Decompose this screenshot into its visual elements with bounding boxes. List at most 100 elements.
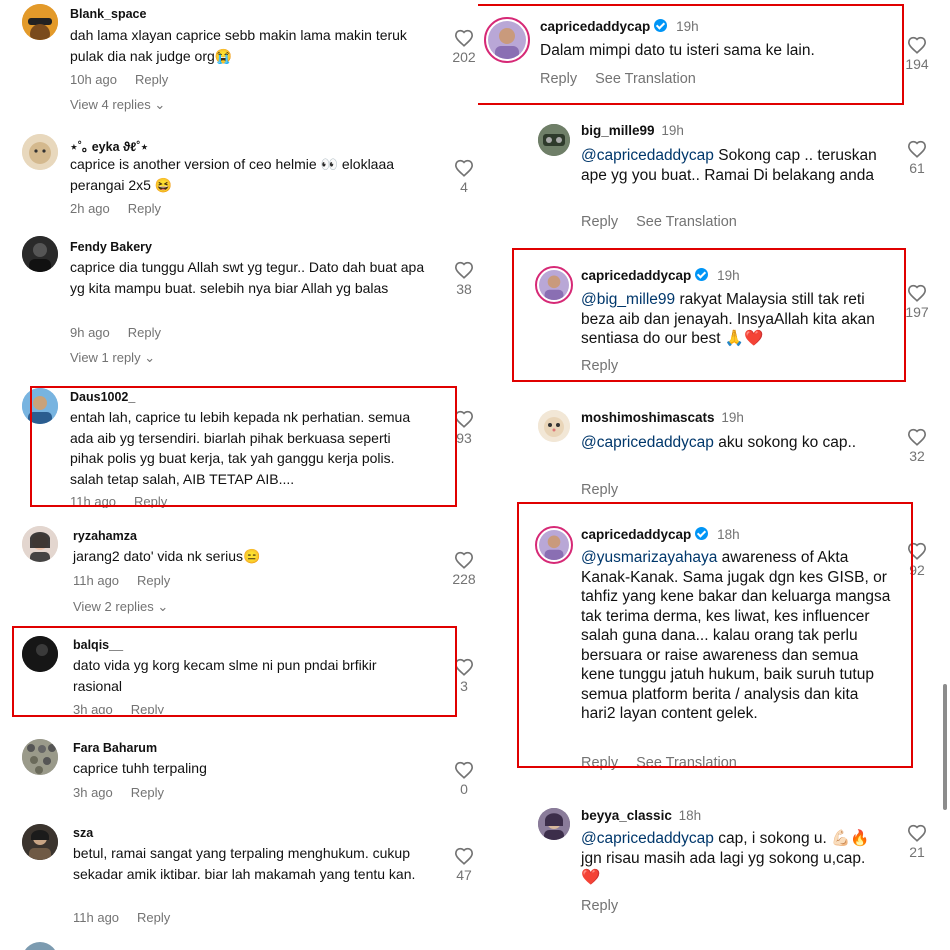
avatar[interactable] <box>22 526 58 562</box>
heart-icon[interactable] <box>454 261 474 279</box>
heart-icon[interactable] <box>907 824 927 842</box>
heart-icon[interactable] <box>454 159 474 177</box>
comment-text: dato vida yg korg kecam slme ni pun pnda… <box>73 657 377 694</box>
like-control[interactable]: 228 <box>449 551 478 587</box>
heart-icon[interactable] <box>907 284 927 302</box>
view-replies-button[interactable]: View 4 replies ⌄ <box>70 97 165 113</box>
heart-icon[interactable] <box>454 761 474 779</box>
comment-meta: Reply <box>581 898 636 914</box>
like-control[interactable]: 0 <box>449 761 478 797</box>
comment-item: ryzahamza jarang2 dato' vida nk serius😑 … <box>0 522 478 622</box>
comment-username[interactable]: Blank_space <box>70 7 146 21</box>
comment-meta: 11h ago Reply <box>73 910 188 925</box>
like-count: 228 <box>452 571 476 587</box>
comment-username[interactable]: Daus1002_ <box>70 390 135 404</box>
like-control[interactable]: 21 <box>900 824 934 860</box>
scrollbar[interactable] <box>943 684 947 810</box>
avatar[interactable] <box>22 236 58 272</box>
like-control[interactable]: 38 <box>449 261 478 297</box>
avatar[interactable] <box>22 942 58 950</box>
reply-button[interactable]: Reply <box>128 325 161 340</box>
heart-icon[interactable] <box>907 36 927 54</box>
like-control[interactable]: 4 <box>449 159 478 195</box>
avatar[interactable] <box>22 636 58 672</box>
avatar[interactable] <box>538 808 570 840</box>
reply-button[interactable]: Reply <box>581 898 618 914</box>
avatar[interactable] <box>22 824 58 860</box>
reply-button[interactable]: Reply <box>581 755 618 770</box>
avatar[interactable] <box>22 388 58 424</box>
comment-username[interactable]: beyya_classic 18h <box>581 808 701 823</box>
comment-username[interactable]: capricedaddycap 19h <box>540 19 699 34</box>
comment-username[interactable]: balqis__ <box>73 638 123 652</box>
mention-link[interactable]: @big_mille99 <box>581 291 675 308</box>
comment-time: 19h <box>661 123 684 138</box>
like-control[interactable]: 61 <box>900 140 934 176</box>
comment-item: big_mille99 19h @capricedaddycap Sokong … <box>478 118 950 238</box>
see-translation-button[interactable]: See Translation <box>636 214 737 230</box>
view-replies-button[interactable]: View 2 replies ⌄ <box>73 599 168 615</box>
comment-username[interactable]: big_mille99 19h <box>581 123 684 138</box>
heart-icon[interactable] <box>907 140 927 158</box>
mention-link[interactable]: @capricedaddycap <box>581 147 714 164</box>
comment-item: sza betul, ramai sangat yang terpaling m… <box>0 820 478 935</box>
comment-item: Fendy Bakery caprice dia tunggu Allah sw… <box>0 232 478 372</box>
heart-icon[interactable] <box>454 658 474 676</box>
comment-meta: Reply <box>581 482 636 498</box>
reply-button[interactable]: Reply <box>581 214 618 230</box>
heart-icon[interactable] <box>454 551 474 569</box>
comment-item: Blank_space dah lama xlayan caprice sebb… <box>0 0 478 120</box>
heart-icon[interactable] <box>907 542 927 560</box>
reply-button[interactable]: Reply <box>131 702 164 714</box>
reply-button[interactable]: Reply <box>137 573 170 588</box>
reply-button[interactable]: Reply <box>131 785 164 800</box>
comment-username[interactable]: sza <box>73 826 93 840</box>
comment-username[interactable]: ryzahamza <box>73 529 137 543</box>
reply-button[interactable]: Reply <box>137 910 170 925</box>
like-control[interactable]: 194 <box>900 36 934 72</box>
comment-username[interactable]: Fara Baharum <box>73 741 157 755</box>
comment-username[interactable]: capricedaddycap 18h <box>581 527 740 542</box>
like-control[interactable]: 47 <box>449 847 478 883</box>
comment-item: balqis__ dato vida yg korg kecam slme ni… <box>0 632 478 714</box>
like-control[interactable]: 32 <box>900 428 934 464</box>
mention-link[interactable]: @yusmarizayahaya <box>581 549 717 566</box>
comment-text: @capricedaddycap cap, i sokong u. 💪🏻🔥 jg… <box>581 830 870 886</box>
comment-item: capricedaddycap 18h @yusmarizayahaya awa… <box>478 520 950 770</box>
avatar[interactable] <box>538 124 570 156</box>
avatar[interactable] <box>535 266 573 304</box>
heart-icon[interactable] <box>454 29 474 47</box>
see-translation-button[interactable]: See Translation <box>595 71 696 87</box>
mention-link[interactable]: @capricedaddycap <box>581 830 714 847</box>
like-control[interactable]: 202 <box>449 29 478 65</box>
like-control[interactable]: 197 <box>900 284 934 320</box>
reply-button[interactable]: Reply <box>581 482 618 498</box>
comment-username[interactable]: moshimoshimascats 19h <box>581 410 744 425</box>
avatar[interactable] <box>22 739 58 775</box>
heart-icon[interactable] <box>454 847 474 865</box>
reply-button[interactable]: Reply <box>581 358 618 374</box>
reply-button[interactable]: Reply <box>134 494 167 508</box>
reply-button[interactable]: Reply <box>128 201 161 216</box>
reply-button[interactable]: Reply <box>540 71 577 87</box>
like-control[interactable]: 93 <box>449 410 478 446</box>
see-translation-button[interactable]: See Translation <box>636 755 737 770</box>
avatar[interactable] <box>535 526 573 564</box>
comment-username[interactable]: ⋆˚｡ eyka ϑℓ˚⋆ <box>70 136 148 155</box>
like-control[interactable]: 3 <box>449 658 478 694</box>
like-count: 38 <box>456 281 472 297</box>
mention-link[interactable]: @capricedaddycap <box>581 434 714 451</box>
heart-icon[interactable] <box>454 410 474 428</box>
reply-button[interactable]: Reply <box>135 72 168 87</box>
comment-text: caprice dia tunggu Allah swt yg tegur.. … <box>70 259 425 296</box>
comment-username[interactable]: capricedaddycap 19h <box>581 268 740 283</box>
avatar[interactable] <box>538 410 570 442</box>
view-replies-button[interactable]: View 1 reply ⌄ <box>70 350 155 366</box>
comment-username[interactable]: Fendy Bakery <box>70 240 152 254</box>
avatar[interactable] <box>22 4 58 40</box>
like-control[interactable]: 92 <box>900 542 934 578</box>
avatar[interactable] <box>484 17 530 63</box>
avatar[interactable] <box>22 134 58 170</box>
heart-icon[interactable] <box>907 428 927 446</box>
like-count: 93 <box>456 430 472 446</box>
